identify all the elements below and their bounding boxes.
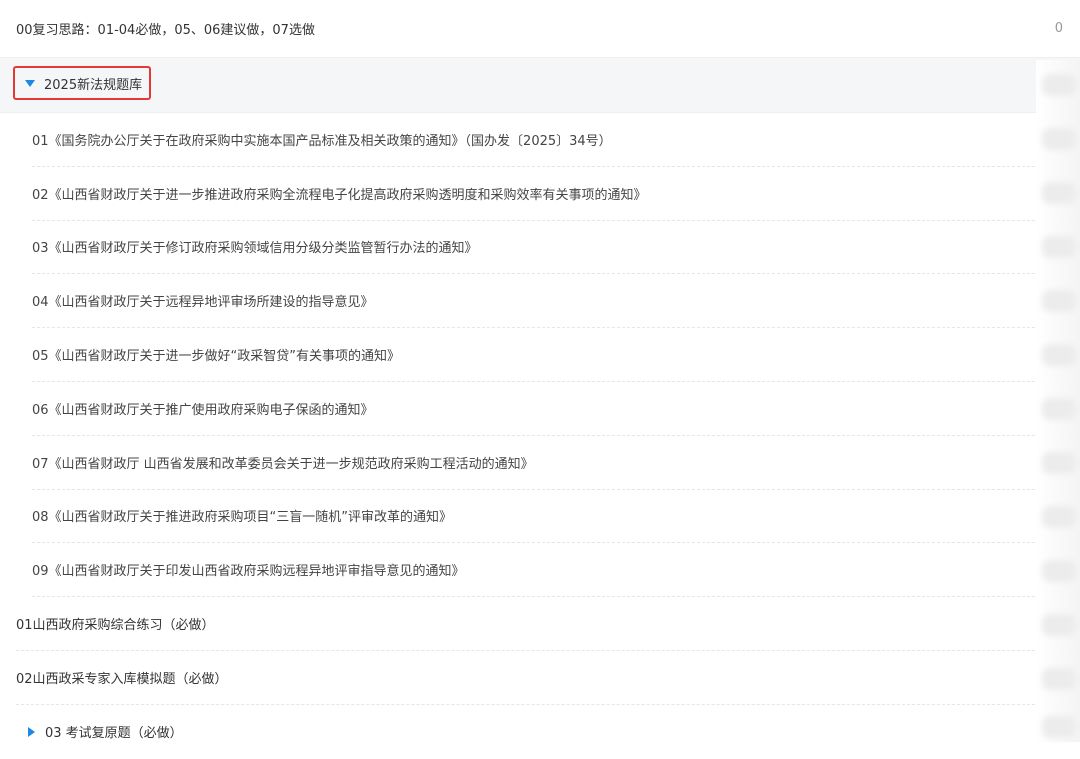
folder-label: 03 考试复原题（必做） [45, 726, 183, 742]
sub-item-label: 02《山西省财政厅关于进一步推进政府采购全流程电子化提高政府采购透明度和采购效率… [32, 187, 647, 203]
item-count: 0 [1054, 21, 1063, 36]
edge-placeholder [1042, 236, 1076, 258]
list-item-label: 02山西政采专家入库模拟题（必做） [16, 671, 228, 687]
category-label: 2025新法规题库 [44, 77, 143, 93]
edge-placeholder [1042, 128, 1076, 150]
edge-placeholder [1042, 452, 1076, 474]
sub-item-label: 05《山西省财政厅关于进一步做好“政采智贷”有关事项的通知》 [32, 349, 401, 365]
sub-item[interactable]: 04《山西省财政厅关于远程异地评审场所建设的指导意见》 [32, 274, 1035, 329]
edge-placeholder [1042, 506, 1076, 528]
question-bank-list: 00复习思路：01-04必做，05、06建议做，07选做 0 2025新法规题库… [0, 0, 1080, 759]
sub-item-label: 04《山西省财政厅关于远程异地评审场所建设的指导意见》 [32, 295, 374, 311]
edge-placeholder [1042, 398, 1076, 420]
edge-placeholder [1042, 560, 1076, 582]
edge-placeholder [1042, 74, 1076, 96]
edge-placeholder [1042, 668, 1076, 690]
list-item-review-plan[interactable]: 00复习思路：01-04必做，05、06建议做，07选做 0 [0, 0, 1080, 58]
caret-right-icon [28, 726, 35, 737]
edge-placeholder [1042, 344, 1076, 366]
sub-item[interactable]: 07《山西省财政厅 山西省发展和改革委员会关于进一步规范政府采购工程活动的通知》 [32, 436, 1035, 490]
list-item-expert-mock-exam[interactable]: 02山西政采专家入库模拟题（必做） [16, 651, 1035, 705]
sub-item-label: 01《国务院办公厅关于在政府采购中实施本国产品标准及相关政策的通知》（国办发〔2… [32, 133, 612, 149]
edge-placeholder [1042, 290, 1076, 312]
caret-down-icon [25, 79, 35, 87]
sub-item[interactable]: 03《山西省财政厅关于修订政府采购领域信用分级分类监管暂行办法的通知》 [32, 221, 1035, 275]
right-edge-shadow [1036, 60, 1080, 742]
highlighted-category-header[interactable]: 2025新法规题库 [13, 66, 151, 100]
sub-item[interactable]: 06《山西省财政厅关于推广使用政府采购电子保函的通知》 [32, 382, 1035, 436]
list-item-comprehensive-practice[interactable]: 01山西政府采购综合练习（必做） [16, 597, 1035, 651]
category-2025-regulations[interactable]: 2025新法规题库 [0, 58, 1080, 113]
sub-item[interactable]: 05《山西省财政厅关于进一步做好“政采智贷”有关事项的通知》 [32, 328, 1035, 382]
edge-placeholder [1042, 182, 1076, 204]
folder-exam-recall[interactable]: 03 考试复原题（必做） [28, 705, 1035, 759]
sub-item-label: 07《山西省财政厅 山西省发展和改革委员会关于进一步规范政府采购工程活动的通知》 [32, 456, 534, 472]
sub-item[interactable]: 08《山西省财政厅关于推进政府采购项目“三盲一随机”评审改革的通知》 [32, 490, 1035, 544]
sub-item-label: 06《山西省财政厅关于推广使用政府采购电子保函的通知》 [32, 402, 374, 418]
sub-item-label: 03《山西省财政厅关于修订政府采购领域信用分级分类监管暂行办法的通知》 [32, 241, 478, 257]
sub-item[interactable]: 01《国务院办公厅关于在政府采购中实施本国产品标准及相关政策的通知》（国办发〔2… [32, 113, 1035, 167]
edge-placeholder [1042, 716, 1076, 738]
sub-item[interactable]: 02《山西省财政厅关于进一步推进政府采购全流程电子化提高政府采购透明度和采购效率… [32, 167, 1035, 221]
sub-item-label: 09《山西省财政厅关于印发山西省政府采购远程异地评审指导意见的通知》 [32, 564, 465, 580]
list-item-label: 00复习思路：01-04必做，05、06建议做，07选做 [16, 23, 315, 38]
sub-item-label: 08《山西省财政厅关于推进政府采购项目“三盲一随机”评审改革的通知》 [32, 510, 453, 526]
list-item-label: 01山西政府采购综合练习（必做） [16, 618, 215, 634]
edge-placeholder [1042, 614, 1076, 636]
sub-item[interactable]: 09《山西省财政厅关于印发山西省政府采购远程异地评审指导意见的通知》 [32, 543, 1035, 598]
